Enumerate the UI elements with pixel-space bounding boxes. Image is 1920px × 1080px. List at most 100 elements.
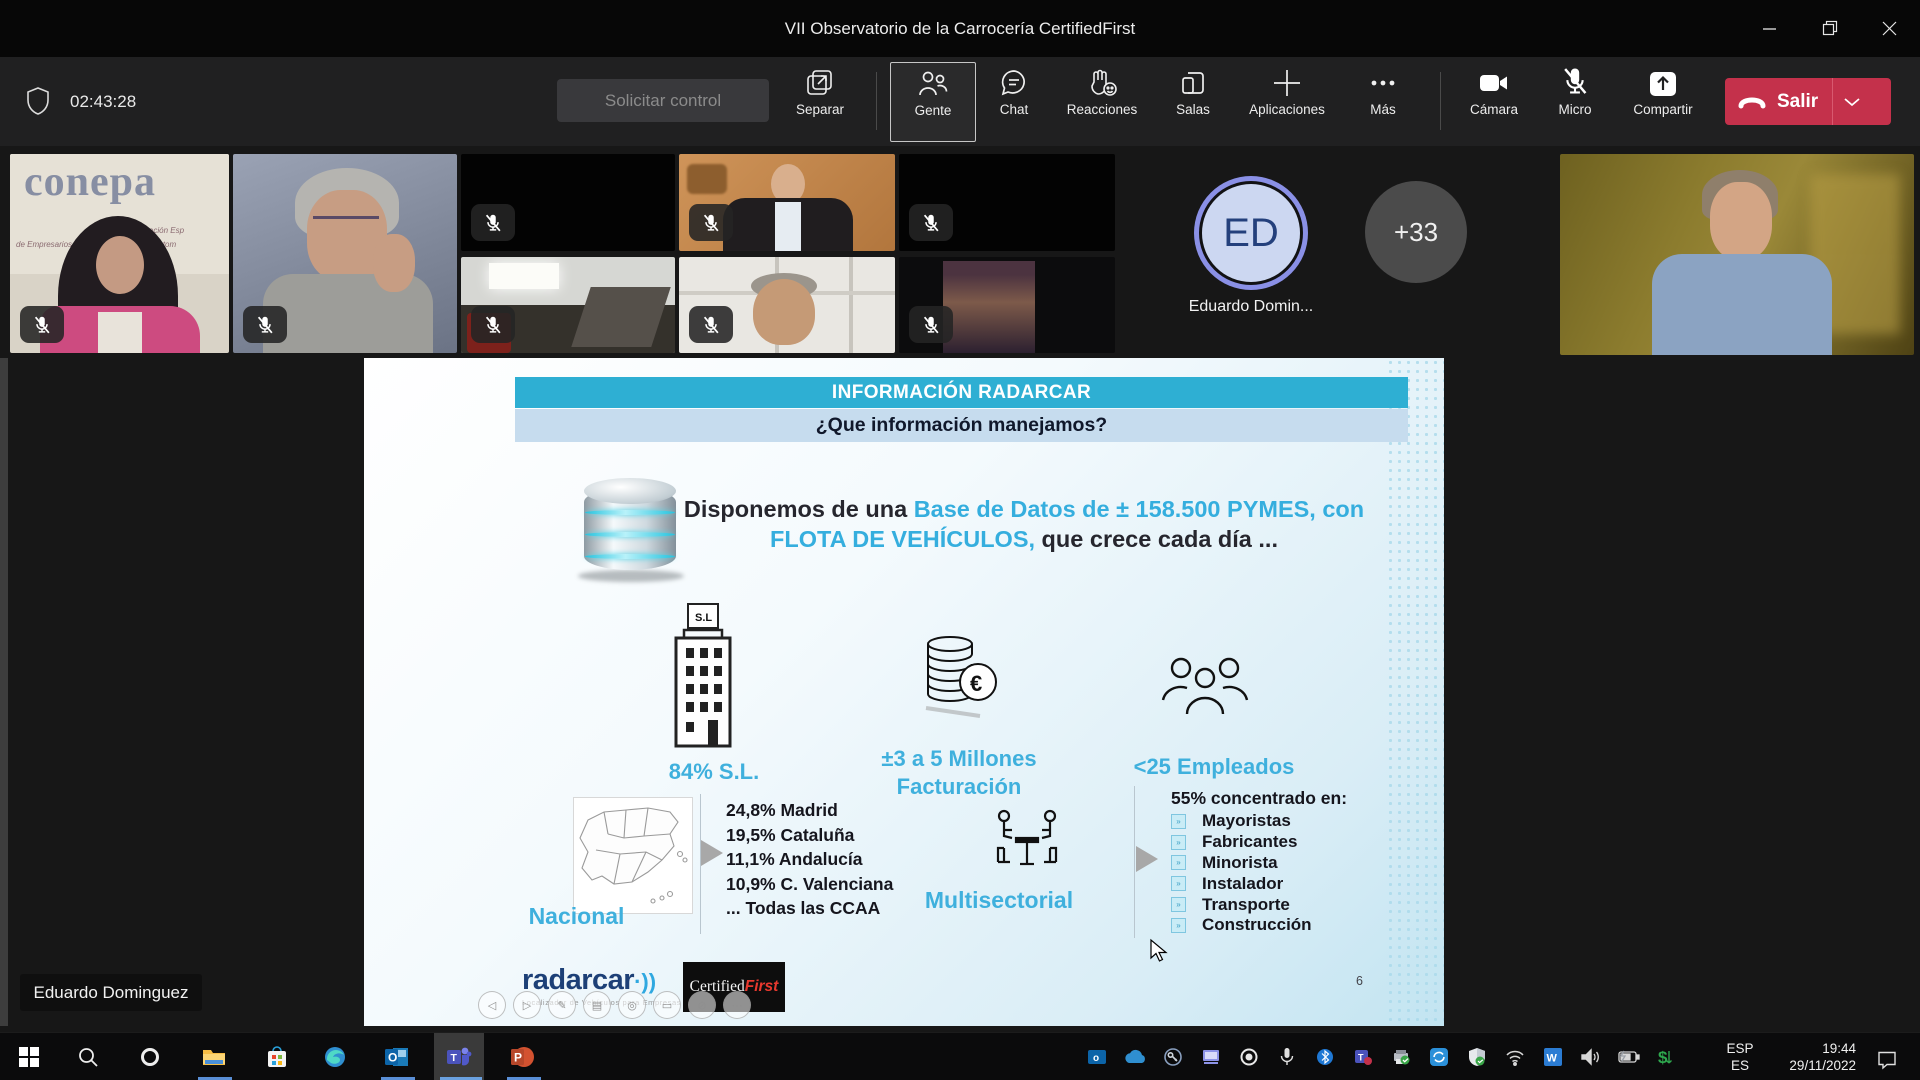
tray-wifi-icon[interactable]: [1500, 1042, 1530, 1072]
outlook-icon[interactable]: O: [377, 1039, 417, 1075]
toolbar-reacciones-button[interactable]: Reacciones: [1060, 62, 1144, 140]
slide-dot-pattern: [1386, 358, 1444, 1026]
tray-bluetooth-icon[interactable]: [1310, 1042, 1340, 1072]
slide-page-number: 6: [1356, 974, 1363, 988]
video-tile-participant-4[interactable]: [679, 257, 895, 353]
gente-label: Gente: [915, 103, 952, 118]
sector-bullet-icon: »: [1171, 897, 1186, 912]
minimize-button[interactable]: [1745, 0, 1795, 57]
tray-clock[interactable]: 19:4429/11/2022: [1772, 1040, 1856, 1074]
participant-dim-video: [943, 261, 1035, 353]
avatar-initials: ED: [1202, 184, 1300, 282]
stat-facturacion-label: ±3 a 5 MillonesFacturación: [859, 745, 1059, 801]
chat-label: Chat: [1000, 102, 1029, 117]
toolbar-chat-button[interactable]: Chat: [972, 62, 1056, 140]
sector-list: 55% concentrado en: »Mayoristas »Fabrica…: [1171, 788, 1347, 936]
notification-center-icon[interactable]: [1872, 1045, 1902, 1075]
toolbar-mas-button[interactable]: Más: [1341, 62, 1425, 140]
video-tile-workshop[interactable]: [461, 257, 675, 353]
video-tile-camera-off-1[interactable]: [461, 154, 675, 251]
toolbar-compartir-button[interactable]: Compartir: [1621, 62, 1705, 140]
tray-remote-window-icon[interactable]: [1196, 1042, 1226, 1072]
participant-face: [96, 236, 144, 294]
teams-meeting-window: VII Observatorio de la Carrocería Certif…: [0, 0, 1920, 1080]
video-tile-speaker[interactable]: [1560, 154, 1914, 355]
edge-icon[interactable]: [315, 1039, 355, 1075]
chevron-down-icon[interactable]: [1843, 97, 1861, 107]
reacciones-label: Reacciones: [1067, 102, 1138, 117]
hangup-icon: [1739, 95, 1765, 109]
tray-battery-icon[interactable]: [1614, 1042, 1644, 1072]
region-stat: 24,8% Madrid: [726, 798, 893, 823]
nav-highlighter-button[interactable]: ▤: [583, 991, 611, 1019]
toolbar-micro-button[interactable]: Micro: [1533, 62, 1617, 140]
microsoft-store-icon[interactable]: [257, 1039, 297, 1075]
nav-camera-off-button[interactable]: ⊘: [688, 991, 716, 1019]
participant-shirt: [98, 312, 142, 353]
stat-sl-label: 84% S.L.: [634, 758, 794, 786]
toolbar-divider: [1440, 72, 1441, 130]
video-tile-participant-3[interactable]: [679, 154, 895, 251]
tray-record-icon[interactable]: [1234, 1042, 1264, 1072]
tray-defender-icon[interactable]: [1462, 1042, 1492, 1072]
mas-label: Más: [1370, 102, 1396, 117]
file-explorer-icon[interactable]: [194, 1039, 234, 1075]
search-icon[interactable]: [68, 1039, 108, 1075]
nav-subtitles-button[interactable]: ▭: [653, 991, 681, 1019]
nav-previous-button[interactable]: ◁: [478, 991, 506, 1019]
avatar-eduardo[interactable]: ED: [1194, 176, 1308, 290]
sector-item: »Fabricantes: [1171, 832, 1347, 853]
tray-onedrive-icon[interactable]: [1120, 1042, 1150, 1072]
start-button[interactable]: [9, 1039, 49, 1075]
stage-left-strip: [0, 358, 8, 1026]
region-stats: 24,8% Madrid 19,5% Cataluña 11,1% Andalu…: [726, 798, 893, 921]
shelf-line: [849, 257, 853, 353]
slide-intro-line1: Disponemos de una Base de Datos de ± 158…: [604, 496, 1444, 523]
leave-button[interactable]: Salir: [1725, 78, 1891, 125]
cortana-icon[interactable]: [130, 1039, 170, 1075]
svg-text:$: $: [1658, 1048, 1668, 1067]
request-control-button[interactable]: Solicitar control: [557, 79, 769, 122]
close-button[interactable]: [1865, 0, 1915, 57]
sector-item: »Transporte: [1171, 894, 1347, 915]
multisectorial-label: Multisectorial: [909, 886, 1089, 914]
teams-icon[interactable]: T: [439, 1039, 479, 1075]
tray-w-app-icon[interactable]: W: [1538, 1042, 1568, 1072]
toolbar-camara-button[interactable]: Cámara: [1452, 62, 1536, 140]
tray-date: 29/11/2022: [1772, 1057, 1856, 1074]
tray-mic-icon[interactable]: [1272, 1042, 1302, 1072]
tray-printer-icon[interactable]: [1386, 1042, 1416, 1072]
nav-magnifier-button[interactable]: ◎: [618, 991, 646, 1019]
tray-zoom-icon[interactable]: [1424, 1042, 1454, 1072]
tray-currency-icon[interactable]: $: [1650, 1042, 1680, 1072]
right-arrow: [1136, 846, 1158, 872]
sector-bullet-icon: »: [1171, 855, 1186, 870]
video-tile-camera-off-2[interactable]: [899, 154, 1115, 251]
toolbar-separar-button[interactable]: Separar: [778, 62, 862, 140]
toolbar-salas-button[interactable]: Salas: [1151, 62, 1235, 140]
powerpoint-icon[interactable]: P: [503, 1039, 543, 1075]
restore-icon: [1823, 21, 1838, 36]
video-tile-conepa[interactable]: conepa de Empresarios Federación Esp s d…: [10, 154, 229, 353]
tray-outlook-icon[interactable]: o: [1082, 1042, 1112, 1072]
tray-language-indicator[interactable]: ESPES: [1722, 1040, 1758, 1074]
tray-teams-notification-icon[interactable]: T: [1348, 1042, 1378, 1072]
restore-button[interactable]: [1805, 0, 1855, 57]
nav-next-button[interactable]: ▷: [513, 991, 541, 1019]
nav-pen-button[interactable]: ✎: [548, 991, 576, 1019]
tray-key-icon[interactable]: [1158, 1042, 1188, 1072]
video-tile-participant-2[interactable]: [233, 154, 457, 353]
overflow-participants-badge[interactable]: +33: [1365, 181, 1467, 283]
video-tile-participant-5[interactable]: [899, 257, 1115, 353]
mic-muted-badge: [689, 306, 733, 343]
sector-item: »Construcción: [1171, 915, 1347, 936]
chat-icon: [999, 62, 1029, 98]
participant-face: [1710, 182, 1772, 260]
tray-speaker-icon[interactable]: [1576, 1042, 1606, 1072]
mic-muted-badge: [689, 204, 733, 241]
nav-more-button[interactable]: ⋯: [723, 991, 751, 1019]
toolbar-gente-button[interactable]: Gente: [890, 62, 976, 142]
toolbar-aplicaciones-button[interactable]: Aplicaciones: [1245, 62, 1329, 140]
nacional-label: Nacional: [519, 902, 634, 930]
mic-muted-badge: [909, 204, 953, 241]
